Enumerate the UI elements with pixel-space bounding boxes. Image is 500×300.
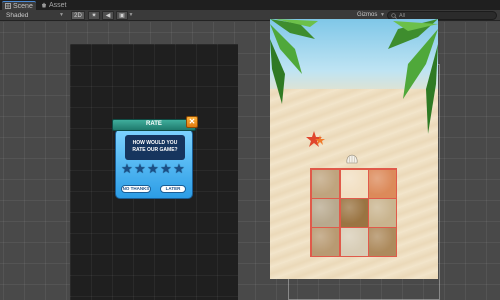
starfish-decoration-image <box>306 131 325 147</box>
lighting-toggle-button[interactable]: ✷ <box>88 11 100 20</box>
star-icon[interactable]: ★ <box>160 162 172 175</box>
sun-icon: ✷ <box>91 13 97 19</box>
rate-dialog-panel: HOW WOULD YOU RATE OUR GAME? ★ ★ ★ ★ ★ NO TH… <box>115 129 193 199</box>
tab-scene-label: Scene <box>13 3 33 10</box>
rate-question-line1: HOW WOULD YOU <box>132 140 178 146</box>
star-icon[interactable]: ★ <box>134 162 146 175</box>
later-button[interactable]: LATER <box>160 185 186 193</box>
chevron-down-icon: ▼ <box>128 12 134 18</box>
sand-tile[interactable] <box>339 227 369 257</box>
close-button[interactable]: ✕ <box>186 116 198 128</box>
star-icon[interactable]: ★ <box>147 162 159 175</box>
rate-dialog: HOW WOULD YOU RATE OUR GAME? ★ ★ ★ ★ ★ NO TH… <box>112 116 198 201</box>
store-icon <box>42 2 46 8</box>
effects-dropdown-button[interactable]: ▼ <box>128 11 134 20</box>
no-thanks-button[interactable]: NO THANKS <box>121 185 151 193</box>
image-effects-icon: ▣ <box>119 13 125 19</box>
tab-asset-store[interactable]: Asset Store <box>38 1 88 18</box>
sand-tile[interactable] <box>311 198 340 228</box>
toggle-2d-button[interactable]: 2D <box>71 11 85 20</box>
audio-toggle-button[interactable]: ◀ <box>102 11 114 20</box>
audio-icon: ◀ <box>105 13 111 19</box>
tab-bar: Scene Asset Store <box>0 0 500 18</box>
star-icon[interactable]: ★ <box>121 162 133 175</box>
star-icon[interactable]: ★ <box>173 162 185 175</box>
rating-stars: ★ ★ ★ ★ ★ <box>121 162 189 175</box>
rate-question-line2: RATE OUR GAME? <box>132 147 178 153</box>
palm-leaves-right-image <box>388 19 438 134</box>
sand-tile[interactable] <box>311 169 340 199</box>
sand-tile-grid[interactable] <box>310 168 398 257</box>
sand-tile[interactable] <box>311 227 340 257</box>
shading-mode-dropdown[interactable]: Shaded ▼ <box>6 11 66 20</box>
shading-mode-label: Shaded <box>6 12 29 19</box>
rate-title: RATE <box>146 121 162 127</box>
shell-decoration-image <box>346 154 358 164</box>
sand-tile[interactable] <box>368 198 398 228</box>
sand-tile[interactable] <box>368 227 398 257</box>
sand-tile[interactable] <box>368 169 398 199</box>
palm-leaves-left-image <box>270 19 318 104</box>
sand-tile[interactable] <box>339 169 369 199</box>
chevron-down-icon: ▼ <box>59 12 64 18</box>
sand-tile[interactable] <box>339 198 369 228</box>
rate-question-box: HOW WOULD YOU RATE OUR GAME? <box>125 135 185 160</box>
tab-scene[interactable]: Scene <box>2 1 36 10</box>
gizmos-label: Gizmos <box>357 12 378 18</box>
close-icon: ✕ <box>188 117 196 126</box>
effects-toggle-button[interactable]: ▣ <box>116 11 128 20</box>
scene-grid-icon <box>5 3 11 9</box>
